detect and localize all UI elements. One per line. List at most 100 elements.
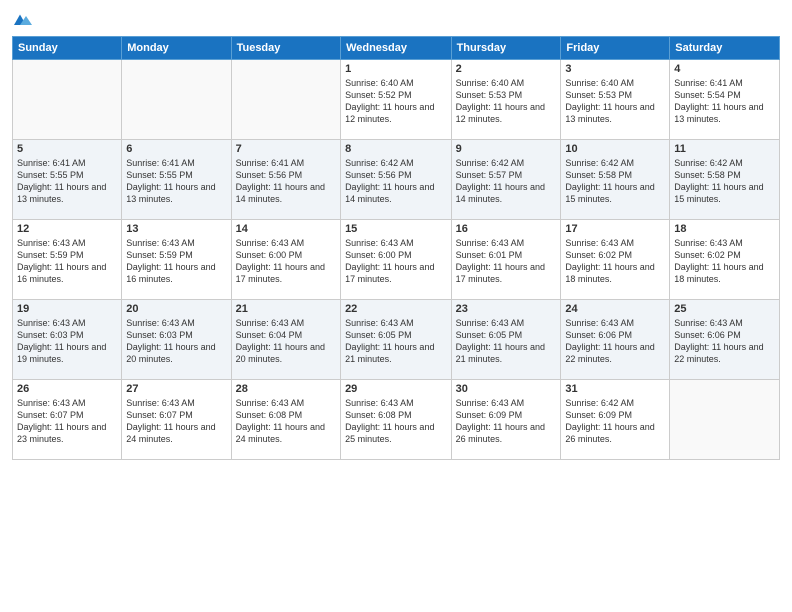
day-info: Sunrise: 6:42 AM Sunset: 6:09 PM Dayligh… (565, 397, 665, 446)
day-info: Sunrise: 6:43 AM Sunset: 6:09 PM Dayligh… (456, 397, 557, 446)
day-info: Sunrise: 6:43 AM Sunset: 6:00 PM Dayligh… (345, 237, 447, 286)
day-info: Sunrise: 6:42 AM Sunset: 5:58 PM Dayligh… (565, 157, 665, 206)
logo-icon (14, 10, 32, 28)
calendar-week-5: 26 Sunrise: 6:43 AM Sunset: 6:07 PM Dayli… (13, 380, 780, 460)
day-number: 10 (565, 143, 665, 155)
calendar-cell: 15Sunrise: 6:43 AM Sunset: 6:00 PM Dayli… (341, 220, 452, 300)
day-number: 30 (456, 383, 557, 395)
calendar-cell: 30 Sunrise: 6:43 AM Sunset: 6:09 PM Dayli… (451, 380, 561, 460)
calendar-cell: 6 Sunrise: 6:41 AM Sunset: 5:55 PM Daylig… (122, 140, 231, 220)
day-number: 8 (345, 143, 447, 155)
calendar-cell: 28 Sunrise: 6:43 AM Sunset: 6:08 PM Dayli… (231, 380, 340, 460)
calendar-cell (231, 60, 340, 140)
day-info: Sunrise: 6:43 AM Sunset: 6:08 PM Dayligh… (236, 397, 336, 446)
day-number: 29 (345, 383, 447, 395)
day-number: 22 (345, 303, 447, 315)
day-number: 21 (236, 303, 336, 315)
day-number: 1 (345, 63, 447, 75)
day-number: 31 (565, 383, 665, 395)
day-number: 28 (236, 383, 336, 395)
day-number: 7 (236, 143, 336, 155)
logo (12, 10, 36, 28)
day-info: Sunrise: 6:40 AM Sunset: 5:52 PM Dayligh… (345, 77, 447, 126)
day-info: Sunrise: 6:43 AM Sunset: 6:06 PM Dayligh… (565, 317, 665, 366)
day-info: Sunrise: 6:42 AM Sunset: 5:58 PM Dayligh… (674, 157, 775, 206)
day-number: 16 (456, 223, 557, 235)
calendar-cell (670, 380, 780, 460)
day-info: Sunrise: 6:43 AM Sunset: 6:01 PM Dayligh… (456, 237, 557, 286)
day-info: Sunrise: 6:43 AM Sunset: 5:59 PM Dayligh… (17, 237, 117, 286)
day-info: Sunrise: 6:41 AM Sunset: 5:55 PM Dayligh… (126, 157, 226, 206)
calendar-header-wednesday: Wednesday (341, 37, 452, 60)
day-info: Sunrise: 6:43 AM Sunset: 6:02 PM Dayligh… (565, 237, 665, 286)
day-number: 11 (674, 143, 775, 155)
page: SundayMondayTuesdayWednesdayThursdayFrid… (0, 0, 792, 612)
calendar-cell: 7 Sunrise: 6:41 AM Sunset: 5:56 PM Daylig… (231, 140, 340, 220)
day-info: Sunrise: 6:41 AM Sunset: 5:55 PM Dayligh… (17, 157, 117, 206)
day-info: Sunrise: 6:43 AM Sunset: 6:04 PM Dayligh… (236, 317, 336, 366)
calendar-header-sunday: Sunday (13, 37, 122, 60)
calendar-header-saturday: Saturday (670, 37, 780, 60)
calendar-cell: 23 Sunrise: 6:43 AM Sunset: 6:05 PM Dayli… (451, 300, 561, 380)
day-info: Sunrise: 6:43 AM Sunset: 6:06 PM Dayligh… (674, 317, 775, 366)
calendar-cell: 1 Sunrise: 6:40 AM Sunset: 5:52 PM Daylig… (341, 60, 452, 140)
calendar-header-tuesday: Tuesday (231, 37, 340, 60)
calendar-cell: 24 Sunrise: 6:43 AM Sunset: 6:06 PM Dayli… (561, 300, 670, 380)
day-info: Sunrise: 6:43 AM Sunset: 5:59 PM Dayligh… (126, 237, 226, 286)
calendar-cell: 5 Sunrise: 6:41 AM Sunset: 5:55 PM Daylig… (13, 140, 122, 220)
calendar-cell: 3 Sunrise: 6:40 AM Sunset: 5:53 PM Daylig… (561, 60, 670, 140)
calendar-cell: 29 Sunrise: 6:43 AM Sunset: 6:08 PM Dayli… (341, 380, 452, 460)
day-number: 3 (565, 63, 665, 75)
calendar-header-row: SundayMondayTuesdayWednesdayThursdayFrid… (13, 37, 780, 60)
day-info: Sunrise: 6:42 AM Sunset: 5:56 PM Dayligh… (345, 157, 447, 206)
day-info: Sunrise: 6:40 AM Sunset: 5:53 PM Dayligh… (456, 77, 557, 126)
day-number: 27 (126, 383, 226, 395)
calendar-cell: 9Sunrise: 6:42 AM Sunset: 5:57 PM Daylig… (451, 140, 561, 220)
day-number: 17 (565, 223, 665, 235)
day-number: 25 (674, 303, 775, 315)
calendar-cell: 18 Sunrise: 6:43 AM Sunset: 6:02 PM Dayli… (670, 220, 780, 300)
calendar-cell: 19Sunrise: 6:43 AM Sunset: 6:03 PM Dayli… (13, 300, 122, 380)
day-number: 18 (674, 223, 775, 235)
calendar-cell: 22 Sunrise: 6:43 AM Sunset: 6:05 PM Dayli… (341, 300, 452, 380)
day-info: Sunrise: 6:40 AM Sunset: 5:53 PM Dayligh… (565, 77, 665, 126)
day-info: Sunrise: 6:41 AM Sunset: 5:56 PM Dayligh… (236, 157, 336, 206)
calendar-cell: 26 Sunrise: 6:43 AM Sunset: 6:07 PM Dayli… (13, 380, 122, 460)
day-info: Sunrise: 6:43 AM Sunset: 6:03 PM Dayligh… (126, 317, 226, 366)
day-number: 4 (674, 63, 775, 75)
day-info: Sunrise: 6:43 AM Sunset: 6:07 PM Dayligh… (17, 397, 117, 446)
calendar-cell: 8 Sunrise: 6:42 AM Sunset: 5:56 PM Daylig… (341, 140, 452, 220)
day-number: 24 (565, 303, 665, 315)
day-info: Sunrise: 6:42 AM Sunset: 5:57 PM Dayligh… (456, 157, 557, 206)
calendar-cell: 11 Sunrise: 6:42 AM Sunset: 5:58 PM Dayli… (670, 140, 780, 220)
calendar-header-monday: Monday (122, 37, 231, 60)
day-number: 6 (126, 143, 226, 155)
header (12, 10, 780, 28)
calendar-cell: 17 Sunrise: 6:43 AM Sunset: 6:02 PM Dayli… (561, 220, 670, 300)
day-info: Sunrise: 6:41 AM Sunset: 5:54 PM Dayligh… (674, 77, 775, 126)
day-info: Sunrise: 6:43 AM Sunset: 6:00 PM Dayligh… (236, 237, 336, 286)
calendar-cell: 13Sunrise: 6:43 AM Sunset: 5:59 PM Dayli… (122, 220, 231, 300)
day-number: 2 (456, 63, 557, 75)
calendar-cell: 2 Sunrise: 6:40 AM Sunset: 5:53 PM Daylig… (451, 60, 561, 140)
day-info: Sunrise: 6:43 AM Sunset: 6:08 PM Dayligh… (345, 397, 447, 446)
calendar-cell: 10 Sunrise: 6:42 AM Sunset: 5:58 PM Dayli… (561, 140, 670, 220)
day-number: 23 (456, 303, 557, 315)
day-info: Sunrise: 6:43 AM Sunset: 6:07 PM Dayligh… (126, 397, 226, 446)
day-info: Sunrise: 6:43 AM Sunset: 6:03 PM Dayligh… (17, 317, 117, 366)
calendar-cell: 12Sunrise: 6:43 AM Sunset: 5:59 PM Dayli… (13, 220, 122, 300)
day-info: Sunrise: 6:43 AM Sunset: 6:05 PM Dayligh… (456, 317, 557, 366)
calendar-week-1: 1 Sunrise: 6:40 AM Sunset: 5:52 PM Daylig… (13, 60, 780, 140)
calendar-cell: 16 Sunrise: 6:43 AM Sunset: 6:01 PM Dayli… (451, 220, 561, 300)
calendar-cell: 4 Sunrise: 6:41 AM Sunset: 5:54 PM Daylig… (670, 60, 780, 140)
calendar-cell: 14Sunrise: 6:43 AM Sunset: 6:00 PM Dayli… (231, 220, 340, 300)
day-number: 5 (17, 143, 117, 155)
calendar-table: SundayMondayTuesdayWednesdayThursdayFrid… (12, 36, 780, 460)
day-info: Sunrise: 6:43 AM Sunset: 6:05 PM Dayligh… (345, 317, 447, 366)
day-number: 26 (17, 383, 117, 395)
calendar-week-3: 12Sunrise: 6:43 AM Sunset: 5:59 PM Dayli… (13, 220, 780, 300)
day-info: Sunrise: 6:43 AM Sunset: 6:02 PM Dayligh… (674, 237, 775, 286)
calendar-header-thursday: Thursday (451, 37, 561, 60)
calendar-cell (13, 60, 122, 140)
calendar-cell: 31 Sunrise: 6:42 AM Sunset: 6:09 PM Dayli… (561, 380, 670, 460)
